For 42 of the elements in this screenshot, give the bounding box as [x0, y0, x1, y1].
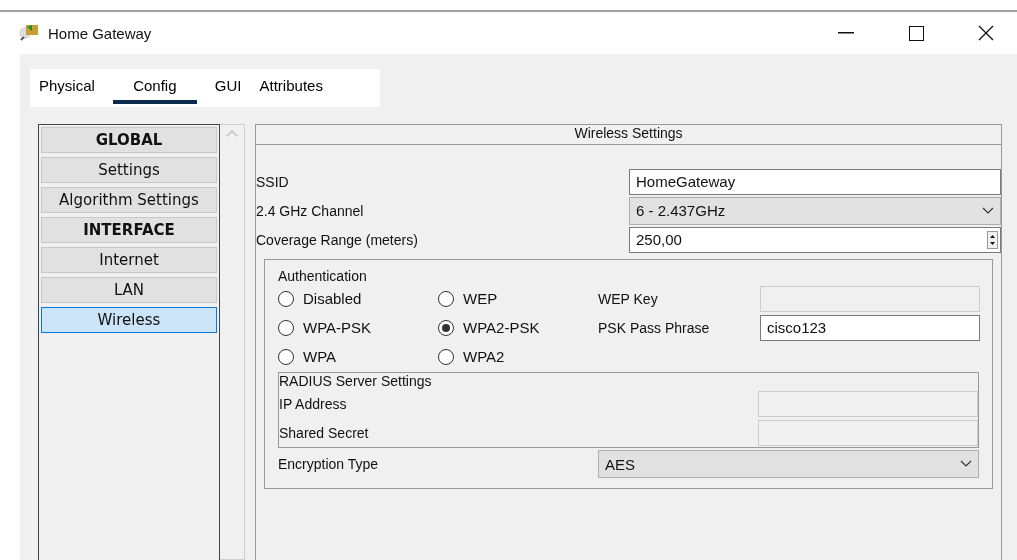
channel-dropdown[interactable]: 6 - 2.437GHz: [629, 196, 1001, 225]
field-label: Encryption Type: [278, 456, 380, 472]
field-label: SSID: [256, 173, 290, 190]
encryption-dropdown[interactable]: AES: [598, 450, 979, 478]
radio-option[interactable]: Disabled: [278, 290, 438, 307]
sidebar-item[interactable]: Settings: [41, 157, 217, 183]
close-icon: [978, 25, 994, 41]
field-label: WEP Key: [598, 290, 659, 307]
text-field[interactable]: cisco123: [760, 314, 980, 341]
sidebar-item[interactable]: Internet: [41, 247, 217, 273]
scroll-up-icon[interactable]: [226, 129, 238, 137]
field-label: Coverage Range (meters): [256, 231, 419, 248]
radio-option[interactable]: WPA2-PSK: [438, 319, 598, 336]
group-title: RADIUS Server Settings: [279, 373, 433, 389]
range-spinner[interactable]: 250,00: [629, 226, 1001, 253]
field-label: Shared Secret: [279, 424, 370, 441]
field-label: PSK Pass Phrase: [598, 319, 711, 336]
router-icon: [18, 23, 40, 43]
tab[interactable]: Config: [112, 77, 197, 104]
tab[interactable]: GUI: [214, 77, 242, 104]
radio-option[interactable]: WPA2: [438, 348, 598, 365]
field-label: 2.4 GHz Channel: [256, 202, 365, 219]
chevron-down-icon: [960, 460, 972, 468]
group-title: Authentication: [278, 268, 368, 284]
tab[interactable]: Physical: [39, 77, 95, 104]
sidebar-item[interactable]: LAN: [41, 277, 217, 303]
field-label: IP Address: [279, 395, 348, 412]
radio-option[interactable]: WPA: [278, 348, 438, 365]
maximize-icon: [908, 25, 924, 41]
spinner-arrows-icon: [987, 230, 998, 249]
sidebar-header: GLOBAL: [41, 127, 217, 153]
sidebar-header: INTERFACE: [41, 217, 217, 243]
radio-option[interactable]: WEP: [438, 290, 598, 307]
sidebar-item[interactable]: Algorithm Settings: [41, 187, 217, 213]
sidebar-item[interactable]: Wireless: [41, 307, 217, 333]
radio-option[interactable]: WPA-PSK: [278, 319, 438, 336]
chevron-down-icon: [982, 206, 994, 215]
minimize-icon: [838, 32, 854, 34]
panel-title: Wireless Settings: [256, 125, 1001, 145]
tab[interactable]: Attributes: [259, 77, 323, 104]
text-field[interactable]: HomeGateway: [629, 168, 1001, 195]
window-title: Home Gateway: [48, 24, 153, 42]
